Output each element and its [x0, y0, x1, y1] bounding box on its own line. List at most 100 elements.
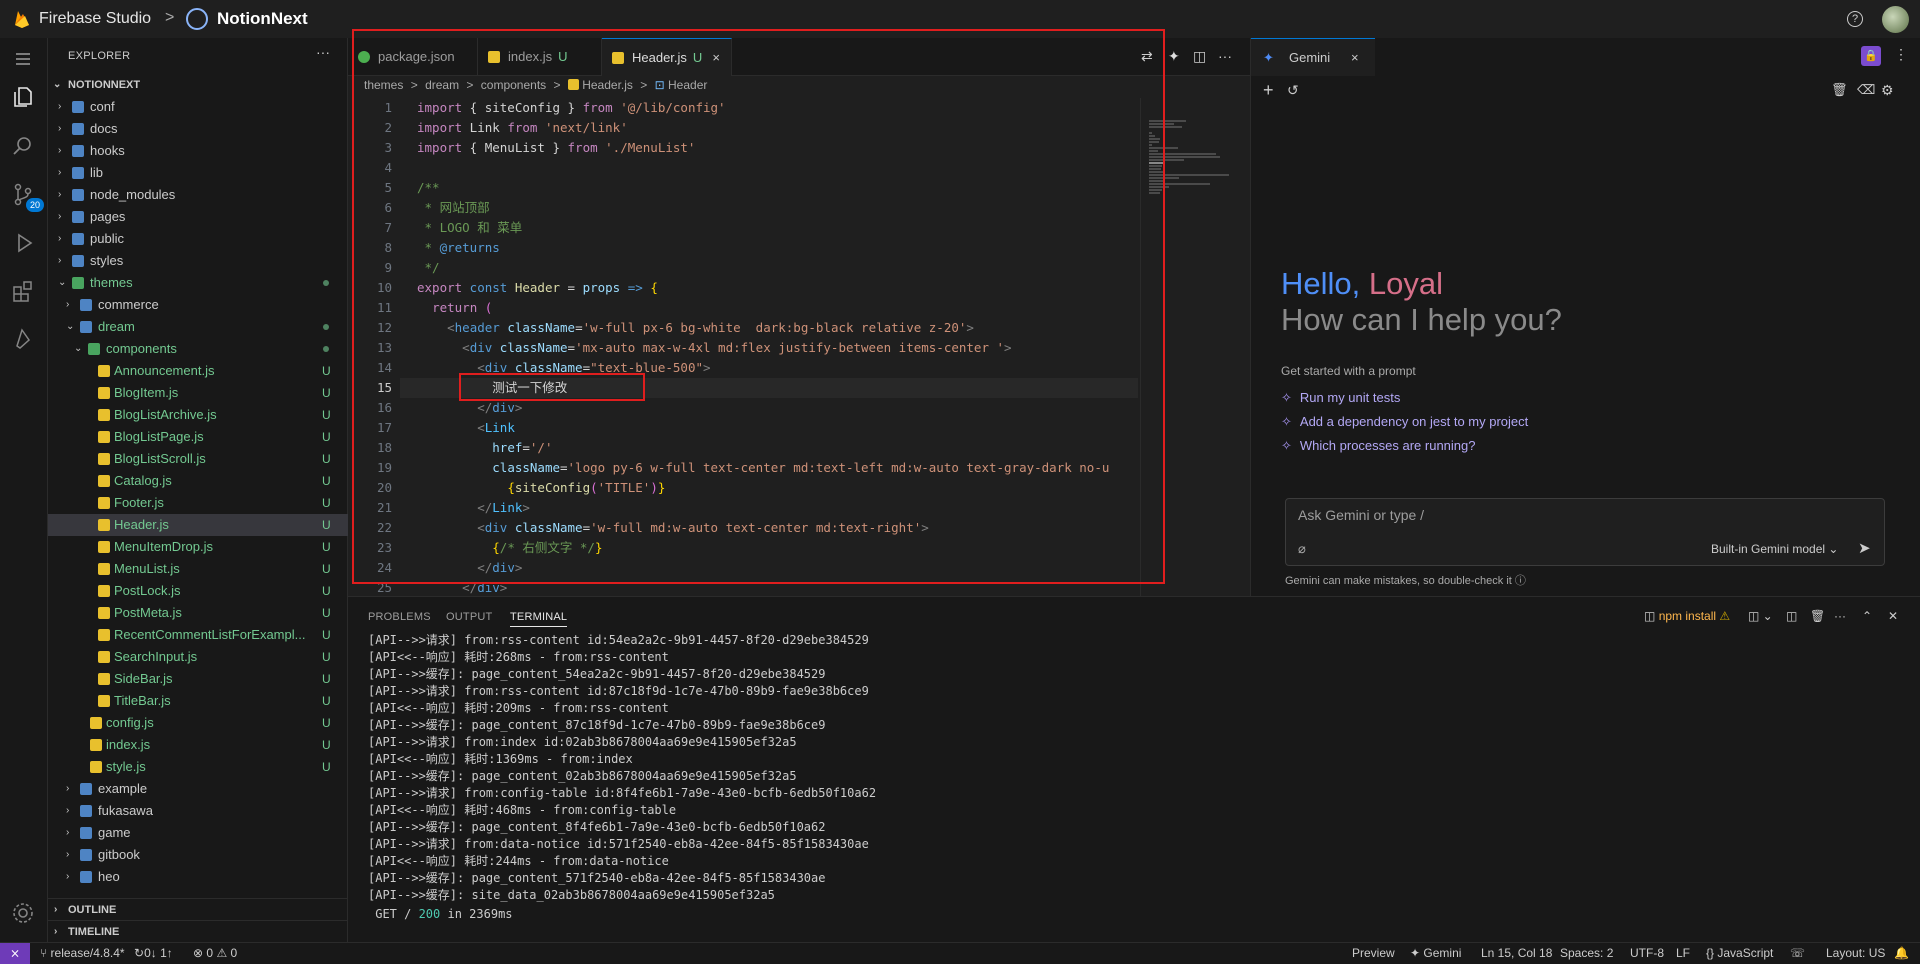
tab-output[interactable]: OUTPUT: [446, 611, 492, 623]
source-control-icon[interactable]: 20: [10, 182, 44, 212]
explorer-files-icon[interactable]: [10, 84, 38, 112]
panel-more-icon[interactable]: ···: [1834, 609, 1846, 623]
remote-indicator[interactable]: ⨯: [0, 943, 30, 964]
split-terminal-icon[interactable]: ◫: [1786, 609, 1797, 623]
terminal-line: [API-->>缓存]: page_content_8f4fe6b1-7a9e-…: [368, 820, 826, 834]
tab-problems[interactable]: PROBLEMS: [368, 611, 431, 623]
run-debug-icon[interactable]: [10, 230, 38, 258]
folder-item[interactable]: › styles: [48, 250, 348, 272]
editor-more-icon[interactable]: ···: [1218, 48, 1232, 64]
folder-item[interactable]: › node_modules: [48, 184, 348, 206]
file-item[interactable]: Footer.js U: [48, 492, 348, 514]
help-circle-icon[interactable]: ?: [1847, 11, 1863, 27]
prompt-processes[interactable]: ✧ Which processes are running?: [1281, 438, 1476, 454]
hamburger-menu-icon[interactable]: [10, 46, 38, 74]
history-icon[interactable]: ↺: [1287, 82, 1299, 99]
file-item[interactable]: BlogListPage.js U: [48, 426, 348, 448]
file-item[interactable]: config.js U: [48, 712, 348, 734]
file-item[interactable]: MenuList.js U: [48, 558, 348, 580]
outline-section[interactable]: › OUTLINE: [48, 898, 348, 920]
maximize-panel-icon[interactable]: ⌃: [1862, 609, 1872, 623]
folder-item[interactable]: ⌄ components: [48, 338, 348, 360]
folder-item[interactable]: › hooks: [48, 140, 348, 162]
folder-item[interactable]: › pages: [48, 206, 348, 228]
sync-status[interactable]: ↻0↓ 1↑: [134, 946, 173, 960]
file-item[interactable]: Announcement.js U: [48, 360, 348, 382]
folder-item[interactable]: › heo: [48, 866, 348, 888]
terminal-task[interactable]: ◫ npm install ⚠: [1644, 609, 1730, 623]
trash-icon[interactable]: 🗑: [1831, 82, 1848, 98]
close-gemini-icon[interactable]: ×: [1351, 39, 1359, 77]
problems-count[interactable]: ⊗ 0 ⚠ 0: [193, 946, 237, 960]
folder-item[interactable]: › docs: [48, 118, 348, 140]
file-item[interactable]: BlogListScroll.js U: [48, 448, 348, 470]
keyboard-layout[interactable]: Layout: US: [1826, 946, 1885, 960]
folder-item[interactable]: › example: [48, 778, 348, 800]
folder-item[interactable]: › public: [48, 228, 348, 250]
file-item[interactable]: style.js U: [48, 756, 348, 778]
file-item[interactable]: Header.js U: [48, 514, 348, 536]
file-item[interactable]: index.js U: [48, 734, 348, 756]
prompt-add-dependency[interactable]: ✧ Add a dependency on jest to my project: [1281, 414, 1528, 430]
tab-gemini[interactable]: ✦ Gemini ×: [1251, 38, 1375, 76]
git-branch[interactable]: ⑂ release/4.8.4*: [40, 946, 125, 960]
explorer-root[interactable]: ⌄ NOTIONNEXT: [48, 74, 348, 96]
folder-item[interactable]: › gitbook: [48, 844, 348, 866]
search-icon[interactable]: [10, 134, 38, 162]
folder-item[interactable]: ⌄ dream: [48, 316, 348, 338]
settings-gear-icon[interactable]: [10, 900, 38, 928]
kill-terminal-icon[interactable]: 🗑: [1810, 609, 1825, 623]
gemini-sparkle-icon[interactable]: ✦: [1168, 48, 1180, 65]
file-item[interactable]: Catalog.js U: [48, 470, 348, 492]
eraser-icon[interactable]: ⌫: [1857, 82, 1875, 98]
folder-item[interactable]: › fukasawa: [48, 800, 348, 822]
gemini-input[interactable]: Ask Gemini or type / ⌀ Built-in Gemini m…: [1285, 498, 1885, 566]
chevron-right-icon: ›: [66, 299, 70, 310]
cursor-position[interactable]: Ln 15, Col 18: [1481, 946, 1552, 960]
layout-dropdown-icon[interactable]: ◫ ⌄: [1748, 609, 1773, 623]
extensions-icon[interactable]: [10, 278, 38, 306]
encoding[interactable]: UTF-8: [1630, 946, 1664, 960]
file-item[interactable]: BlogListArchive.js U: [48, 404, 348, 426]
notifications-icon[interactable]: 🔔: [1894, 946, 1909, 960]
project-name[interactable]: NotionNext: [217, 9, 308, 29]
file-item[interactable]: TitleBar.js U: [48, 690, 348, 712]
folder-item[interactable]: › commerce: [48, 294, 348, 316]
folder-item[interactable]: › game: [48, 822, 348, 844]
brand-name[interactable]: Firebase Studio: [39, 10, 151, 28]
gear-icon[interactable]: ⚙: [1881, 82, 1894, 99]
send-icon[interactable]: ➤: [1858, 539, 1871, 557]
prompt-run-unit-tests[interactable]: ✧ Run my unit tests: [1281, 390, 1400, 406]
indentation[interactable]: Spaces: 2: [1560, 946, 1613, 960]
preview-button[interactable]: Preview: [1352, 946, 1395, 960]
line-ending[interactable]: LF: [1676, 946, 1690, 960]
close-panel-icon[interactable]: ✕: [1888, 609, 1898, 623]
tab-terminal[interactable]: TERMINAL: [510, 611, 568, 627]
avatar[interactable]: [1882, 6, 1909, 33]
timeline-section[interactable]: › TIMELINE: [48, 920, 348, 942]
firebase-studio-icon[interactable]: [10, 326, 38, 354]
tree-item-label: Footer.js: [114, 495, 164, 510]
lock-icon[interactable]: 🔒: [1861, 46, 1881, 66]
language-mode[interactable]: {} JavaScript: [1706, 946, 1773, 960]
feedback-icon[interactable]: ☏: [1790, 946, 1805, 960]
file-item[interactable]: PostLock.js U: [48, 580, 348, 602]
gemini-status[interactable]: ✦ Gemini: [1410, 946, 1461, 960]
folder-icon: [72, 123, 84, 135]
file-item[interactable]: MenuItemDrop.js U: [48, 536, 348, 558]
file-item[interactable]: SideBar.js U: [48, 668, 348, 690]
split-editor-icon[interactable]: ◫: [1193, 48, 1206, 65]
file-item[interactable]: PostMeta.js U: [48, 602, 348, 624]
file-item[interactable]: BlogItem.js U: [48, 382, 348, 404]
file-item[interactable]: RecentCommentListForExampl... U: [48, 624, 348, 646]
panel-more-icon[interactable]: ⋮: [1894, 46, 1908, 63]
more-actions-icon[interactable]: ···: [316, 44, 330, 60]
folder-item[interactable]: › conf: [48, 96, 348, 118]
folder-item[interactable]: › lib: [48, 162, 348, 184]
model-select[interactable]: Built-in Gemini model ⌄: [1711, 542, 1838, 556]
file-item[interactable]: SearchInput.js U: [48, 646, 348, 668]
gemini-star-icon: ✦: [1263, 50, 1274, 65]
attach-icon[interactable]: ⌀: [1298, 541, 1306, 557]
folder-item[interactable]: ⌄ themes: [48, 272, 348, 294]
new-chat-icon[interactable]: +: [1263, 80, 1274, 101]
